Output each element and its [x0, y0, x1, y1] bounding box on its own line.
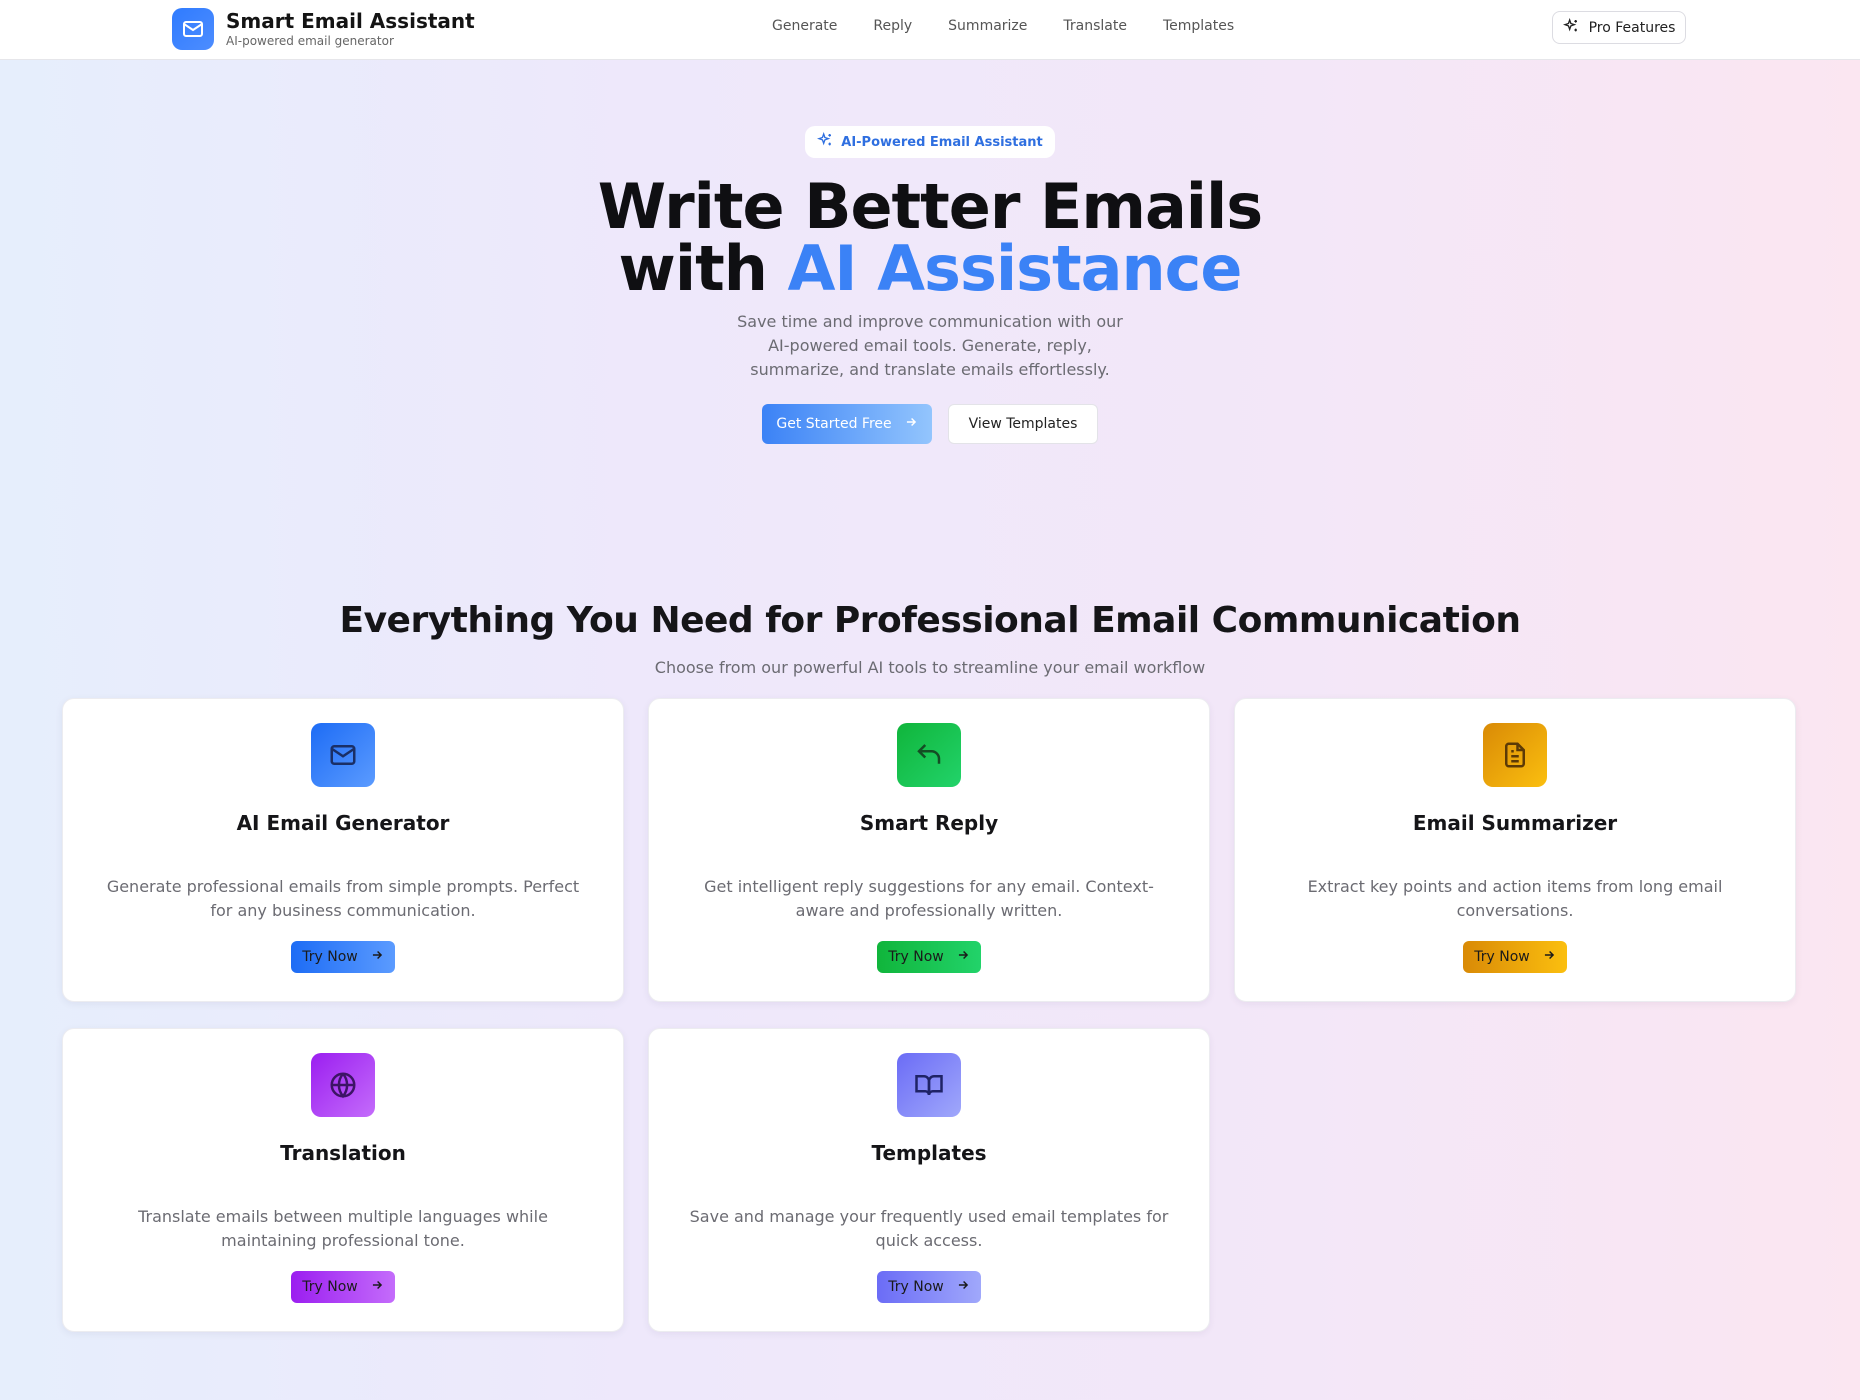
hero-title-accent: AI Assistance	[787, 232, 1242, 305]
try-now-button-templates[interactable]: Try Now	[877, 1271, 981, 1303]
main-nav: Generate Reply Summarize Translate Templ…	[772, 18, 1270, 34]
nav-translate[interactable]: Translate	[1063, 18, 1127, 34]
try-now-label: Try Now	[888, 1279, 944, 1295]
try-now-button-reply[interactable]: Try Now	[877, 941, 981, 973]
feature-card-translation: Translation Translate emails between mul…	[62, 1028, 624, 1332]
card-title: Email Summarizer	[1412, 811, 1618, 835]
hero-description: Save time and improve communication with…	[737, 312, 1123, 379]
feature-card-templates: Templates Save and manage your frequentl…	[648, 1028, 1210, 1332]
hero-title: Write Better Emails with AI Assistance	[520, 176, 1340, 300]
feature-card-reply: Smart Reply Get intelligent reply sugges…	[648, 698, 1210, 1002]
arrow-right-icon	[358, 1278, 384, 1296]
arrow-right-icon	[944, 1278, 970, 1296]
card-title: Templates	[871, 1141, 987, 1165]
card-title: Translation	[280, 1141, 406, 1165]
card-description: Save and manage your frequently used ema…	[689, 1207, 1169, 1250]
app-header: Smart Email Assistant AI-powered email g…	[0, 0, 1860, 60]
arrow-right-icon	[892, 415, 918, 433]
sparkles-icon	[817, 131, 841, 152]
brand[interactable]: Smart Email Assistant AI-powered email g…	[172, 8, 475, 50]
hero-section: AI-Powered Email Assistant Write Better …	[0, 126, 1860, 444]
pro-features-button[interactable]: Pro Features	[1552, 11, 1686, 44]
try-now-button-translation[interactable]: Try Now	[291, 1271, 395, 1303]
book-icon	[897, 1053, 961, 1117]
hero-badge: AI-Powered Email Assistant	[805, 126, 1055, 158]
arrow-right-icon	[1530, 948, 1556, 966]
try-now-label: Try Now	[888, 949, 944, 965]
globe-icon	[311, 1053, 375, 1117]
try-now-label: Try Now	[302, 1279, 358, 1295]
get-started-label: Get Started Free	[776, 416, 892, 432]
arrow-right-icon	[944, 948, 970, 966]
try-now-label: Try Now	[302, 949, 358, 965]
nav-generate[interactable]: Generate	[772, 18, 837, 34]
reply-icon	[897, 723, 961, 787]
try-now-button-summarizer[interactable]: Try Now	[1463, 941, 1567, 973]
sparkles-icon	[1562, 17, 1589, 38]
card-description: Translate emails between multiple langua…	[138, 1207, 548, 1250]
feature-card-summarizer: Email Summarizer Extract key points and …	[1234, 698, 1796, 1002]
arrow-right-icon	[358, 948, 384, 966]
card-description: Extract key points and action items from…	[1307, 877, 1723, 920]
card-description: Get intelligent reply suggestions for an…	[704, 877, 1154, 920]
features-title: Everything You Need for Professional Ema…	[339, 600, 1521, 641]
card-description: Generate professional emails from simple…	[106, 877, 580, 920]
view-templates-button[interactable]: View Templates	[948, 404, 1098, 444]
brand-title: Smart Email Assistant	[226, 9, 475, 33]
try-now-label: Try Now	[1474, 949, 1530, 965]
nav-summarize[interactable]: Summarize	[948, 18, 1027, 34]
try-now-button-generator[interactable]: Try Now	[291, 941, 395, 973]
hero-badge-label: AI-Powered Email Assistant	[841, 134, 1043, 150]
feature-card-generator: AI Email Generator Generate professional…	[62, 698, 624, 1002]
brand-subtitle: AI-powered email generator	[226, 34, 394, 48]
document-icon	[1483, 723, 1547, 787]
card-title: Smart Reply	[859, 811, 999, 835]
pro-features-label: Pro Features	[1588, 19, 1676, 36]
mail-icon	[172, 8, 214, 50]
mail-icon	[311, 723, 375, 787]
nav-templates[interactable]: Templates	[1163, 18, 1234, 34]
features-subtitle: Choose from our powerful AI tools to str…	[654, 658, 1206, 677]
card-title: AI Email Generator	[236, 811, 450, 835]
get-started-button[interactable]: Get Started Free	[762, 404, 932, 444]
nav-reply[interactable]: Reply	[873, 18, 912, 34]
feature-cards: AI Email Generator Generate professional…	[62, 698, 1798, 1332]
